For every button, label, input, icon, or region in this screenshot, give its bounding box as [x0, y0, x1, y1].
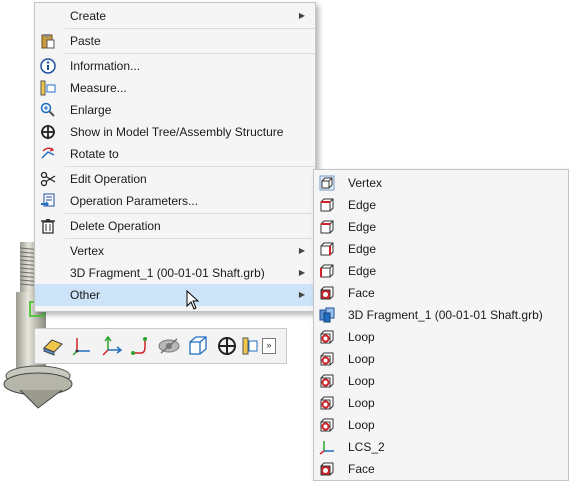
menu-item-other[interactable]: Other ▶	[35, 284, 315, 306]
lcs-icon	[319, 439, 335, 455]
edge-icon	[319, 241, 335, 257]
menu-item-rotate-to[interactable]: Rotate to	[35, 143, 315, 165]
menu-item-show-in-tree[interactable]: Show in Model Tree/Assembly Structure	[35, 121, 315, 143]
box-icon[interactable]	[184, 332, 211, 360]
measure-icon[interactable]	[242, 332, 258, 360]
rotate-icon	[40, 146, 56, 162]
menu-item-label: Paste	[70, 34, 101, 48]
submenu-item-face[interactable]: Face	[314, 458, 568, 480]
submenu-arrow-icon: ▶	[298, 290, 305, 299]
scissors-icon	[40, 171, 56, 187]
submenu-item-vertex[interactable]: Vertex	[314, 172, 568, 194]
face-icon	[319, 285, 335, 301]
fragment-icon	[319, 307, 335, 323]
submenu-item-label: Loop	[348, 396, 375, 410]
submenu-arrow-icon: ▶	[298, 11, 305, 20]
menu-item-label: Other	[70, 288, 101, 302]
menu-item-vertex[interactable]: Vertex ▶	[35, 240, 315, 262]
submenu-item-loop[interactable]: Loop	[314, 348, 568, 370]
submenu-item-edge[interactable]: Edge	[314, 194, 568, 216]
face-icon	[319, 461, 335, 477]
menu-separator	[65, 53, 315, 54]
submenu-item-label: Loop	[348, 374, 375, 388]
menu-separator	[65, 166, 315, 167]
crosshair-icon	[40, 124, 56, 140]
crosshair-icon[interactable]	[213, 332, 240, 360]
lcs-axes-icon[interactable]	[68, 332, 95, 360]
submenu-item-label: Edge	[348, 220, 377, 234]
submenu-arrow-icon: ▶	[298, 268, 305, 277]
submenu-item-loop[interactable]: Loop	[314, 392, 568, 414]
context-menu: Create ▶ Paste Information... Measure...…	[34, 2, 316, 312]
path-icon[interactable]	[126, 332, 153, 360]
edge-icon	[319, 197, 335, 213]
menu-item-edit-operation[interactable]: Edit Operation	[35, 168, 315, 190]
menu-item-label: Rotate to	[70, 147, 119, 161]
edge-icon	[319, 219, 335, 235]
submenu-item-label: Face	[348, 462, 375, 476]
submenu-item-loop[interactable]: Loop	[314, 370, 568, 392]
submenu-item-lcs[interactable]: LCS_2	[314, 436, 568, 458]
menu-item-operation-parameters[interactable]: Operation Parameters...	[35, 190, 315, 212]
loop-icon	[319, 329, 335, 345]
submenu-item-loop[interactable]: Loop	[314, 326, 568, 348]
submenu-item-loop[interactable]: Loop	[314, 414, 568, 436]
menu-item-create[interactable]: Create ▶	[35, 5, 315, 27]
menu-item-label: Enlarge	[70, 103, 112, 117]
parameters-icon	[40, 193, 56, 209]
submenu-item-label: Edge	[348, 242, 377, 256]
menu-separator	[65, 238, 315, 239]
submenu-item-edge[interactable]: Edge	[314, 216, 568, 238]
submenu-item-label: Loop	[348, 330, 375, 344]
other-submenu: Vertex Edge Edge Edge Edge Face 3D Fragm…	[313, 169, 569, 481]
submenu-item-label: Loop	[348, 352, 375, 366]
edge-icon	[319, 263, 335, 279]
submenu-item-label: Face	[348, 286, 375, 300]
axes-icon[interactable]	[97, 332, 124, 360]
more-tools-button[interactable]: »	[262, 338, 276, 354]
hide-icon[interactable]	[155, 332, 182, 360]
menu-item-measure[interactable]: Measure...	[35, 77, 315, 99]
info-icon	[40, 58, 56, 74]
loop-icon	[319, 373, 335, 389]
loop-icon	[319, 395, 335, 411]
submenu-item-face[interactable]: Face	[314, 282, 568, 304]
submenu-item-label: Edge	[348, 198, 377, 212]
zoom-in-icon	[40, 102, 56, 118]
menu-item-label: Operation Parameters...	[70, 194, 199, 208]
submenu-item-edge[interactable]: Edge	[314, 260, 568, 282]
submenu-item-label: 3D Fragment_1 (00-01-01 Shaft.grb)	[348, 308, 543, 322]
menu-item-3d-fragment[interactable]: 3D Fragment_1 (00-01-01 Shaft.grb) ▶	[35, 262, 315, 284]
menu-item-paste[interactable]: Paste	[35, 30, 315, 52]
submenu-item-label: LCS_2	[348, 440, 385, 454]
menu-item-label: Vertex	[70, 244, 105, 258]
menu-item-label: Edit Operation	[70, 172, 147, 186]
submenu-arrow-icon: ▶	[298, 246, 305, 255]
menu-item-label: Delete Operation	[70, 219, 161, 233]
menu-item-label: 3D Fragment_1 (00-01-01 Shaft.grb)	[70, 266, 265, 280]
menu-item-enlarge[interactable]: Enlarge	[35, 99, 315, 121]
menu-item-label: Measure...	[70, 81, 127, 95]
loop-icon	[319, 351, 335, 367]
menu-separator	[65, 213, 315, 214]
submenu-item-label: Vertex	[348, 176, 383, 190]
submenu-item-3d-fragment[interactable]: 3D Fragment_1 (00-01-01 Shaft.grb)	[314, 304, 568, 326]
menu-item-label: Create	[70, 9, 107, 23]
menu-item-delete-operation[interactable]: Delete Operation	[35, 215, 315, 237]
submenu-item-label: Loop	[348, 418, 375, 432]
submenu-item-edge[interactable]: Edge	[314, 238, 568, 260]
menu-item-information[interactable]: Information...	[35, 55, 315, 77]
menu-item-label: Show in Model Tree/Assembly Structure	[70, 125, 284, 139]
measure-icon	[40, 80, 56, 96]
submenu-item-label: Edge	[348, 264, 377, 278]
paste-icon	[40, 33, 56, 49]
vertex-icon	[319, 175, 335, 191]
menu-item-label: Information...	[70, 59, 141, 73]
selection-toolbar: »	[34, 328, 287, 364]
mouse-cursor-icon	[186, 290, 200, 310]
loop-icon	[319, 417, 335, 433]
menu-separator	[65, 28, 315, 29]
solid-eraser-icon[interactable]	[39, 332, 66, 360]
trash-icon	[40, 218, 56, 234]
